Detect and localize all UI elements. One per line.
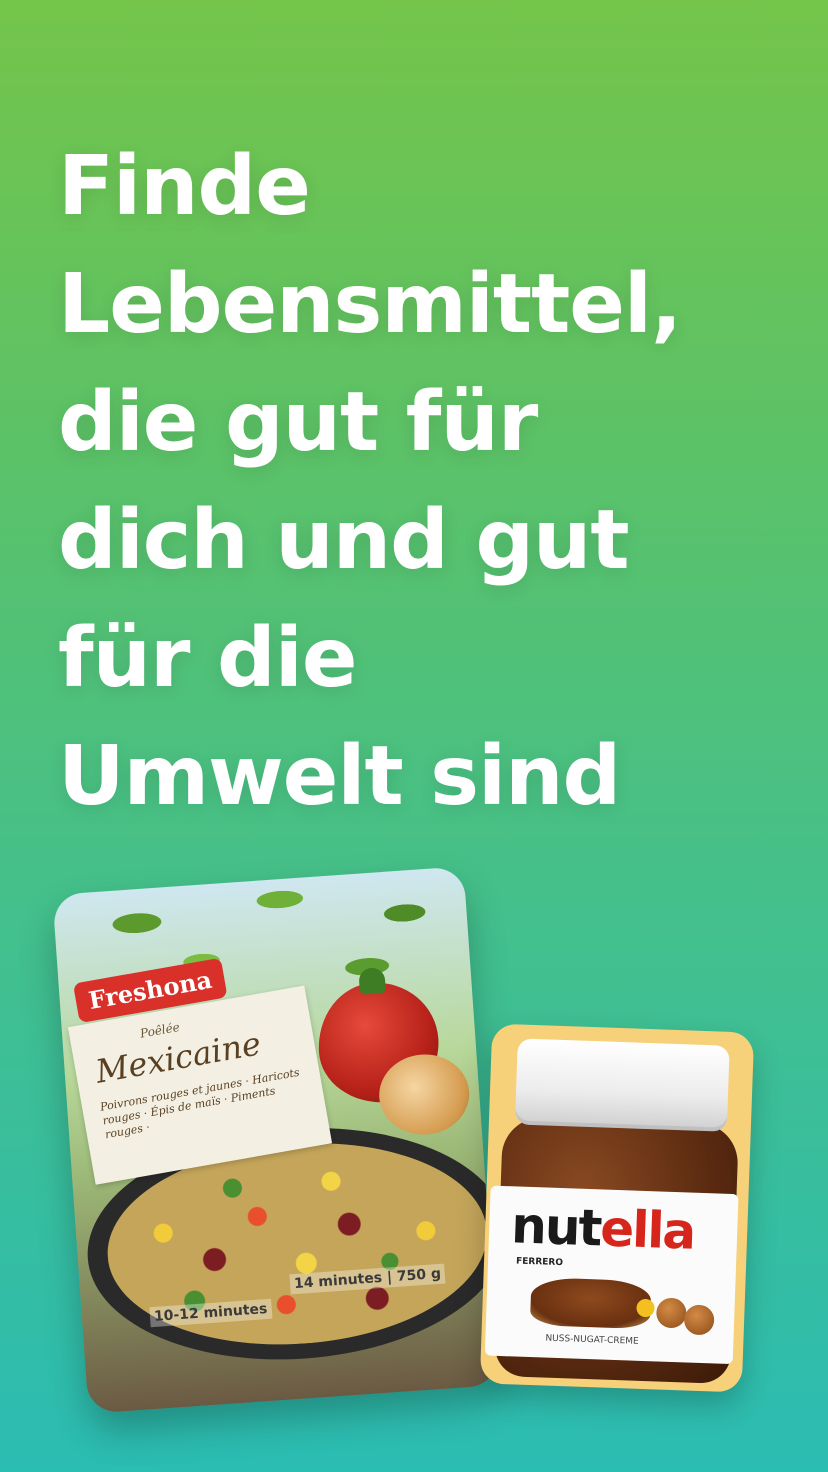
product-image-vegetable-mix: Freshona Poêlée Mexicaine Poivrons rouge… xyxy=(52,866,500,1414)
headline-line-4: dich und gut xyxy=(58,493,630,588)
flower-illustration xyxy=(636,1298,655,1318)
jar-lid xyxy=(514,1038,730,1132)
pepper-stem xyxy=(358,967,387,995)
toast-illustration xyxy=(529,1277,652,1330)
maker-label: FERRERO xyxy=(515,1256,564,1269)
hazelnut-illustration-2 xyxy=(683,1304,715,1336)
product-image-nutella: nutella FERRERO NUSS-NUGAT-CREME xyxy=(479,1023,755,1393)
headline-line-6: Umwelt sind xyxy=(58,729,621,824)
headline-line-5: für die xyxy=(58,611,357,706)
headline-line-1: Finde xyxy=(58,139,311,234)
product-subtitle: NUSS-NUGAT-CREME xyxy=(545,1333,639,1347)
jar-label: nutella FERRERO NUSS-NUGAT-CREME xyxy=(484,1185,739,1365)
onboarding-headline: Finde Lebensmittel, die gut für dich und… xyxy=(58,128,818,836)
product-subtitle: Poêlée xyxy=(138,1019,181,1041)
headline-line-2: Lebensmittel, xyxy=(58,257,682,352)
hazelnut-illustration xyxy=(655,1297,687,1329)
headline-line-3: die gut für xyxy=(58,375,538,470)
nutella-logo: nutella xyxy=(510,1196,696,1261)
